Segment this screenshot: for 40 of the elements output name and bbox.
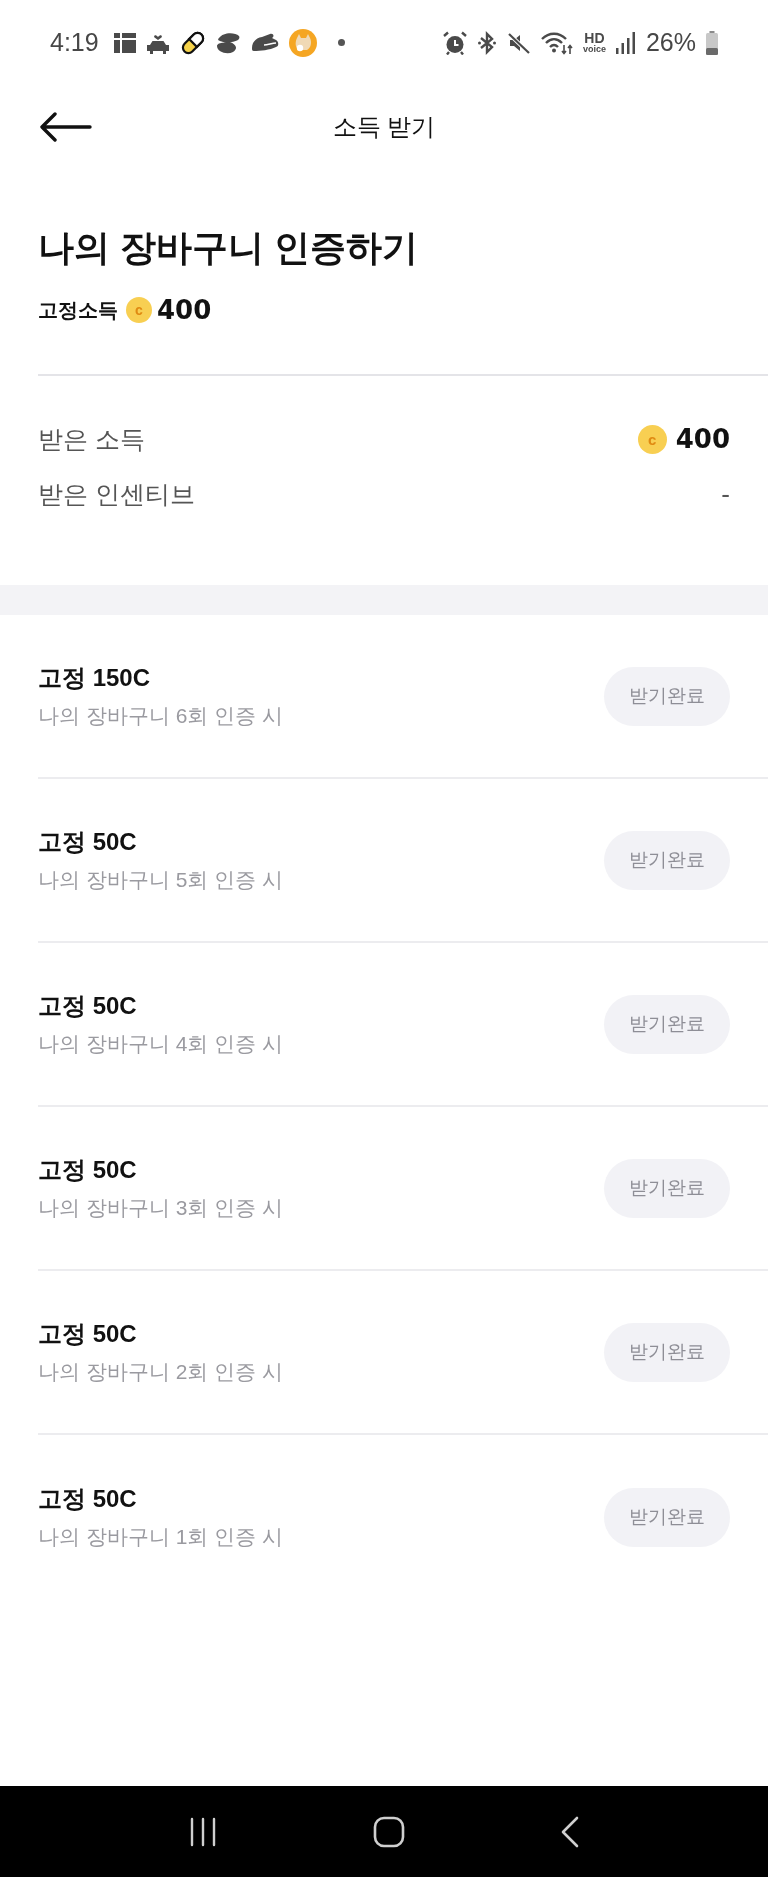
battery-percent: 26% <box>645 30 696 55</box>
summary-label: 받은 인센티브 <box>38 479 195 510</box>
coin-icon: c <box>637 424 667 454</box>
battery-icon <box>706 30 718 55</box>
dot-icon <box>337 39 345 46</box>
reward-condition: 나의 장바구니 5회 인증 시 <box>38 866 284 893</box>
reward-title: 고정 150C <box>38 662 152 693</box>
reward-title: 고정 50C <box>38 826 138 857</box>
back-arrow-icon <box>40 111 92 142</box>
home-icon[interactable] <box>373 1815 405 1848</box>
page-title: 소득 받기 <box>332 111 436 142</box>
reward-title: 고정 50C <box>38 1483 138 1514</box>
reward-condition: 나의 장바구니 3회 인증 시 <box>38 1194 284 1221</box>
reward-title: 고정 50C <box>38 990 138 1021</box>
reward-title: 고정 50C <box>38 1154 138 1185</box>
alarm-icon <box>442 30 467 55</box>
wifi-icon <box>540 30 573 55</box>
mission-title: 나의 장바구니 인증하기 <box>38 226 419 270</box>
status-time: 4:19 <box>50 30 99 55</box>
mute-icon <box>506 30 531 55</box>
coin-icon: c <box>126 297 152 323</box>
summary-value: - <box>721 481 730 507</box>
swirl-icon <box>214 31 241 54</box>
fixed-income-label: 고정소득 <box>38 298 118 323</box>
bluetooth-icon <box>476 30 497 55</box>
shoe-icon <box>249 31 280 54</box>
reward-title: 고정 50C <box>38 1318 138 1349</box>
reward-condition: 나의 장바구니 6회 인증 시 <box>38 702 284 729</box>
grid-icon <box>113 32 136 53</box>
fixed-income-amount: 400 <box>157 297 212 323</box>
reward-condition: 나의 장바구니 2회 인증 시 <box>38 1358 284 1385</box>
app-icon <box>288 28 317 57</box>
reward-condition: 나의 장바구니 4회 인증 시 <box>38 1030 284 1057</box>
summary-label: 받은 소득 <box>38 424 145 455</box>
signal-icon <box>615 31 636 54</box>
hd-voice-indicator: HD voice <box>582 31 606 54</box>
summary-value: 400 <box>675 426 730 452</box>
back-button[interactable] <box>40 109 92 144</box>
back-icon[interactable] <box>560 1815 581 1848</box>
reward-condition: 나의 장바구니 1회 인증 시 <box>38 1523 284 1550</box>
